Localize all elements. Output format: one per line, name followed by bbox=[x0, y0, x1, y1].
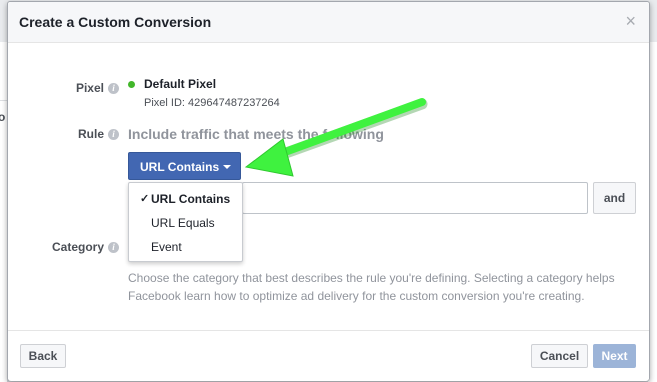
rule-type-menu: ✓ URL Contains URL Equals Event bbox=[128, 182, 243, 262]
rule-type-dropdown[interactable]: URL Contains bbox=[128, 152, 241, 180]
url-input[interactable] bbox=[242, 182, 588, 214]
pixel-label: Pixel bbox=[75, 81, 104, 95]
category-help-text: Choose the category that best describes … bbox=[128, 271, 615, 303]
back-button[interactable]: Back bbox=[20, 344, 66, 368]
rule-label: Rule bbox=[77, 127, 104, 141]
menu-item-event[interactable]: Event bbox=[129, 235, 242, 259]
menu-item-url-contains[interactable]: ✓ URL Contains bbox=[129, 187, 242, 211]
info-icon[interactable]: i bbox=[108, 129, 119, 140]
background-panel-left bbox=[0, 42, 7, 382]
next-button[interactable]: Next bbox=[593, 344, 636, 368]
category-label: Category bbox=[51, 240, 104, 254]
custom-conversion-dialog: Create a Custom Conversion × Pixel i Def… bbox=[7, 1, 650, 381]
dialog-footer: Back Cancel Next bbox=[8, 330, 649, 381]
close-icon[interactable]: × bbox=[625, 11, 636, 31]
background-divider bbox=[0, 100, 7, 101]
dropdown-selected-label: URL Contains bbox=[140, 160, 220, 174]
cancel-button[interactable]: Cancel bbox=[531, 344, 588, 368]
info-icon[interactable]: i bbox=[108, 242, 119, 253]
checkmark-icon: ✓ bbox=[140, 193, 150, 205]
menu-item-label: URL Contains bbox=[151, 192, 231, 206]
and-button[interactable]: and bbox=[593, 182, 636, 214]
menu-item-label: URL Equals bbox=[151, 216, 215, 230]
menu-item-label: Event bbox=[151, 240, 182, 254]
pixel-id: Pixel ID: 429647487237264 bbox=[144, 97, 280, 109]
rule-description: Include traffic that meets the following bbox=[128, 126, 384, 142]
menu-item-url-equals[interactable]: URL Equals bbox=[129, 211, 242, 235]
caret-down-icon bbox=[223, 165, 231, 169]
background-partial-text: o bbox=[0, 110, 6, 124]
pixel-status-dot bbox=[128, 81, 135, 88]
pixel-name: Default Pixel bbox=[144, 77, 217, 91]
info-icon[interactable]: i bbox=[108, 83, 119, 94]
dialog-title: Create a Custom Conversion bbox=[19, 14, 212, 30]
dialog-header: Create a Custom Conversion × bbox=[8, 2, 649, 43]
